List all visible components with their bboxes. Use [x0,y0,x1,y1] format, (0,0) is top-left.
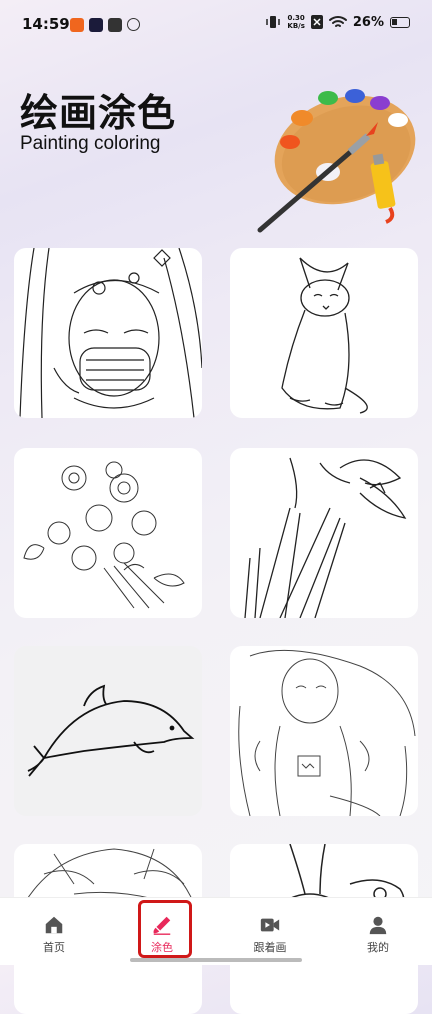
tab-profile[interactable]: 我的 [324,898,432,965]
page-title: 绘画涂色 [20,91,177,135]
coloring-card-anime-girl[interactable] [230,646,418,816]
coloring-card-girl-with-mask[interactable] [14,248,202,418]
line-art-image [244,457,407,618]
notification-app-icon [108,18,122,32]
active-tab-highlight [138,900,192,958]
page-subtitle: Painting coloring [20,133,161,154]
net-speed: 0.30 KB/s [287,14,305,30]
notification-app-icon [70,18,84,32]
status-time: 14:59 [22,15,70,33]
line-art-image [238,649,416,816]
page-header: 绘画涂色 Painting coloring [0,50,432,233]
user-icon [369,916,387,935]
tab-home[interactable]: 首页 [0,898,108,965]
paint-palette-illustration [257,89,416,233]
status-indicators: 0.30 KB/s 26% [265,14,410,30]
battery-percent: 26% [352,14,384,30]
tab-label: 首页 [43,941,65,954]
coloring-card-dolphin[interactable] [14,646,202,816]
gesture-home-bar[interactable] [130,958,302,962]
line-art-image [27,684,195,777]
tab-label: 跟着画 [253,941,287,954]
wifi-icon [328,16,347,27]
coloring-card-lily[interactable] [230,448,418,618]
coloring-card-flower-bouquet[interactable] [14,448,202,618]
bottom-tab-bar: 首页 涂色 跟着画 我的 [0,897,432,965]
notification-app-icon [127,18,140,31]
vibrate-icon [266,16,281,28]
status-bar: 14:59 0.30 KB/s 26% [0,0,432,50]
line-art-image [23,461,185,609]
signal-off-icon [310,15,323,29]
tab-follow-draw[interactable]: 跟着画 [216,898,324,965]
battery-icon [390,16,410,28]
notification-app-icon [89,18,103,32]
line-art-image [19,248,202,418]
line-art-image [281,257,368,414]
video-icon [260,918,280,932]
tab-label: 我的 [367,941,389,954]
coloring-card-cat[interactable] [230,248,418,418]
home-icon [45,916,63,934]
